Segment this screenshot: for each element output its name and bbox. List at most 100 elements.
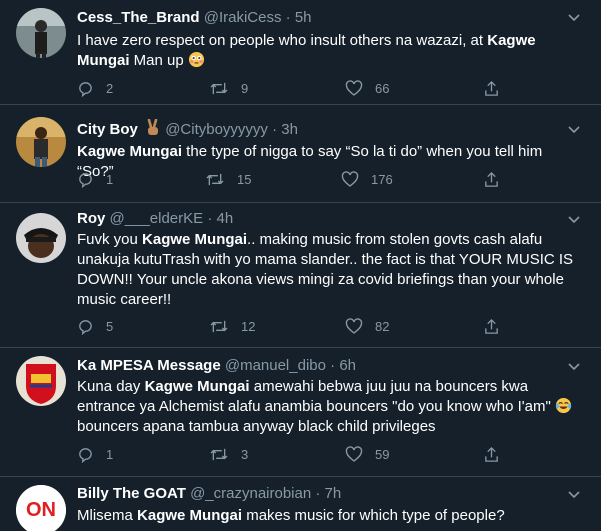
mention-link[interactable]: Kagwe Mungai <box>145 378 250 395</box>
tweet-header: Roy @___elderKE · 4h <box>77 209 233 229</box>
tweet-actions: 1 15 176 <box>77 171 507 191</box>
timestamp[interactable]: 3h <box>281 121 298 138</box>
heart-icon <box>341 171 359 187</box>
user-handle[interactable]: @IrakiCess <box>204 9 282 26</box>
retweet-button[interactable]: 12 <box>209 318 255 335</box>
tweet-header: Billy The GOAT @_crazynairobian · 7h <box>77 484 341 504</box>
reply-button[interactable]: 5 <box>77 318 113 335</box>
user-handle[interactable]: @___elderKE <box>110 210 204 227</box>
tweet-header: City Boy @Cityboyyyyyy · 3h <box>77 119 298 139</box>
tears-of-joy-emoji-icon <box>555 397 572 414</box>
like-button[interactable]: 66 <box>345 80 389 97</box>
avatar[interactable] <box>16 213 66 263</box>
reply-count: 5 <box>106 319 114 334</box>
user-handle[interactable]: @Cityboyyyyyy <box>165 121 268 138</box>
separator-dot: · <box>315 485 321 502</box>
share-icon <box>485 80 498 96</box>
tweet-card[interactable]: Roy @___elderKE · 4h Fuvk you Kagwe Mung… <box>0 203 601 348</box>
retweet-count: 15 <box>237 172 252 187</box>
like-count: 176 <box>371 172 393 187</box>
reply-icon <box>79 82 92 97</box>
avatar[interactable] <box>16 117 66 167</box>
share-button[interactable] <box>483 446 512 463</box>
like-button[interactable]: 82 <box>345 318 389 335</box>
retweet-icon <box>210 320 228 333</box>
separator-dot: · <box>285 9 291 26</box>
tweet-text: Fuvk you Kagwe Mungai.. making music fro… <box>77 231 574 308</box>
tweet-card[interactable]: ON Billy The GOAT @_crazynairobian · 7h … <box>0 477 601 531</box>
display-name[interactable]: Billy The GOAT <box>77 485 186 502</box>
share-button[interactable] <box>483 318 512 335</box>
flushed-face-emoji-icon <box>188 51 204 68</box>
tweet-header: Cess_The_Brand @IrakiCess · 5h <box>77 8 312 28</box>
heart-icon <box>345 80 363 96</box>
retweet-button[interactable]: 9 <box>209 80 248 97</box>
reply-icon <box>79 173 92 188</box>
heart-icon <box>345 318 363 334</box>
retweet-button[interactable]: 3 <box>209 446 248 463</box>
mention-link[interactable]: Kagwe Mungai <box>137 507 242 524</box>
display-name[interactable]: Cess_The_Brand <box>77 9 200 26</box>
retweet-icon <box>210 448 228 461</box>
reply-count: 1 <box>106 447 114 462</box>
like-button[interactable]: 176 <box>341 171 393 188</box>
tweet-feed: Cess_The_Brand @IrakiCess · 5h I have ze… <box>0 0 601 531</box>
like-button[interactable]: 59 <box>345 446 389 463</box>
tweet-actions: 1 3 59 <box>77 446 507 466</box>
user-handle[interactable]: @_crazynairobian <box>190 485 311 502</box>
tweet-actions: 2 9 66 <box>77 80 507 100</box>
like-count: 59 <box>375 447 390 462</box>
tweet-header: Ka MPESA Message @manuel_dibo · 6h <box>77 356 356 376</box>
share-icon <box>485 171 498 187</box>
timestamp[interactable]: 4h <box>216 210 233 227</box>
tweet-text: Mlisema Kagwe Mungai makes music for whi… <box>77 507 505 524</box>
like-count: 82 <box>375 319 390 334</box>
timestamp[interactable]: 7h <box>325 485 342 502</box>
retweet-count: 3 <box>241 447 249 462</box>
reply-button[interactable]: 2 <box>77 80 113 97</box>
tweet-text: Kuna day Kagwe Mungai amewahi bebwa juu … <box>77 377 583 437</box>
chevron-down-icon[interactable] <box>567 212 581 226</box>
chevron-down-icon[interactable] <box>567 359 581 373</box>
separator-dot: · <box>272 121 278 138</box>
reply-icon <box>79 448 92 463</box>
reply-count: 2 <box>106 81 114 96</box>
retweet-icon <box>206 173 224 186</box>
avatar[interactable] <box>16 8 66 58</box>
reply-button[interactable]: 1 <box>77 446 113 463</box>
tweet-card[interactable]: Cess_The_Brand @IrakiCess · 5h I have ze… <box>0 0 601 105</box>
avatar-logo-text: ON <box>26 499 56 521</box>
avatar[interactable]: ON <box>16 485 66 531</box>
user-handle[interactable]: @manuel_dibo <box>225 357 326 374</box>
tweet-card[interactable]: City Boy @Cityboyyyyyy · 3h Kagwe Mungai… <box>0 105 601 203</box>
chevron-down-icon[interactable] <box>567 10 581 24</box>
heart-icon <box>345 446 363 462</box>
mention-link[interactable]: Kagwe Mungai <box>142 231 247 248</box>
avatar[interactable] <box>16 356 66 406</box>
chevron-down-icon[interactable] <box>567 122 581 136</box>
share-button[interactable] <box>483 80 512 97</box>
tweet-actions: 5 12 82 <box>77 318 507 338</box>
tweet-card[interactable]: Ka MPESA Message @manuel_dibo · 6h Kuna … <box>0 348 601 477</box>
tweet-text: I have zero respect on people who insult… <box>77 32 536 69</box>
retweet-button[interactable]: 15 <box>205 171 251 188</box>
mention-link[interactable]: Kagwe Mungai <box>77 143 182 160</box>
display-name[interactable]: Ka MPESA Message <box>77 357 221 374</box>
reply-button[interactable]: 1 <box>77 171 113 188</box>
timestamp[interactable]: 5h <box>295 9 312 26</box>
retweet-count: 9 <box>241 81 249 96</box>
separator-dot: · <box>330 357 336 374</box>
reply-icon <box>79 320 92 335</box>
like-count: 66 <box>375 81 390 96</box>
reply-count: 1 <box>106 172 114 187</box>
display-name[interactable]: City Boy <box>77 121 138 138</box>
share-button[interactable] <box>483 171 512 188</box>
retweet-count: 12 <box>241 319 256 334</box>
timestamp[interactable]: 6h <box>339 357 356 374</box>
separator-dot: · <box>207 210 213 227</box>
share-icon <box>485 446 498 462</box>
victory-hand-emoji-icon <box>147 119 159 135</box>
chevron-down-icon[interactable] <box>567 487 581 501</box>
retweet-icon <box>210 82 228 95</box>
display-name[interactable]: Roy <box>77 210 105 227</box>
